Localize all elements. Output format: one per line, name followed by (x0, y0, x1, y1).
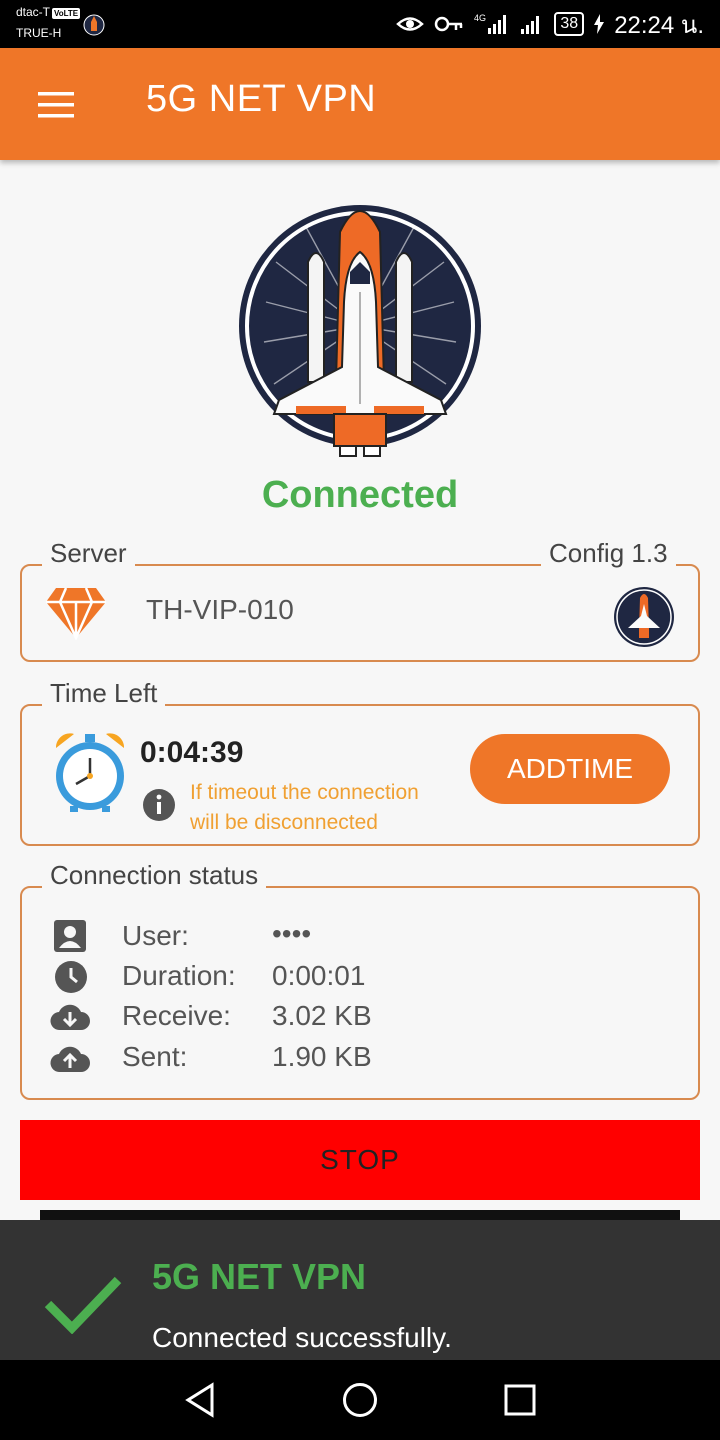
back-icon[interactable] (184, 1382, 216, 1418)
time-remaining: 0:04:39 (140, 736, 244, 769)
addtime-button[interactable]: ADDTIME (470, 734, 670, 804)
app-bar: 5G NET VPN (0, 48, 720, 160)
recents-icon[interactable] (504, 1384, 536, 1416)
clock-icon (55, 961, 87, 993)
banner-strip (40, 1210, 680, 1220)
server-flag-icon (614, 587, 674, 647)
cloud-upload-icon (50, 1046, 90, 1073)
server-legend: Server (42, 538, 135, 569)
home-icon[interactable] (342, 1382, 378, 1418)
carrier-2-label: TRUE-H (16, 26, 62, 40)
toast-message: Connected successfully. (152, 1322, 452, 1353)
connection-status-legend: Connection status (42, 860, 267, 891)
duration-label: Duration: (122, 960, 236, 991)
time-left-legend: Time Left (42, 678, 166, 709)
sent-value: 1.90 KB (272, 1041, 372, 1072)
info-icon (143, 789, 175, 821)
receive-label: Receive: (122, 1000, 231, 1031)
connected-toast: 5G NET VPN Connected successfully. (0, 1220, 720, 1360)
config-version-label: Config 1.3 (541, 538, 676, 569)
timeout-note-line-1: If timeout the connection (190, 781, 419, 804)
receive-value: 3.02 KB (272, 1000, 372, 1031)
space-shuttle-logo (239, 205, 481, 457)
status-bar: dtac-T VoLTE TRUE-H 4G 38 22:24 น. (0, 0, 720, 48)
hamburger-menu-icon[interactable] (36, 90, 76, 120)
app-title: 5G NET VPN (146, 78, 377, 120)
signal-4g-icon: 4G (474, 13, 507, 34)
server-selector[interactable] (20, 564, 700, 662)
duration-value: 0:00:01 (272, 960, 366, 991)
toast-title: 5G NET VPN (152, 1256, 367, 1297)
svg-text:4G: 4G (474, 13, 486, 23)
carrier-1-label: dtac-T (16, 5, 51, 19)
cloud-download-icon (50, 1004, 90, 1031)
timeout-note-line-2: will be disconnected (190, 811, 378, 834)
app-notification-icon (83, 14, 105, 36)
clock-time: 22:24 น. (614, 11, 704, 39)
timeout-note: If timeout the connection will be discon… (190, 778, 419, 838)
alarm-clock-icon (55, 733, 125, 812)
volte-badge: VoLTE (52, 8, 81, 19)
sent-label: Sent: (122, 1041, 188, 1072)
server-name: TH-VIP-010 (146, 594, 294, 625)
navigation-bar (0, 1360, 720, 1440)
charging-icon (594, 14, 605, 34)
user-icon (54, 920, 86, 952)
key-icon (435, 16, 463, 32)
diamond-icon (46, 587, 106, 640)
checkmark-icon (44, 1276, 122, 1334)
signal-icon (521, 16, 540, 34)
user-value: •••• (272, 918, 312, 949)
user-label: User: (122, 920, 189, 951)
connection-state-label: Connected (261, 474, 459, 516)
battery-indicator: 38 (554, 12, 585, 36)
stop-button[interactable]: STOP (20, 1120, 700, 1200)
eye-icon (396, 17, 425, 31)
